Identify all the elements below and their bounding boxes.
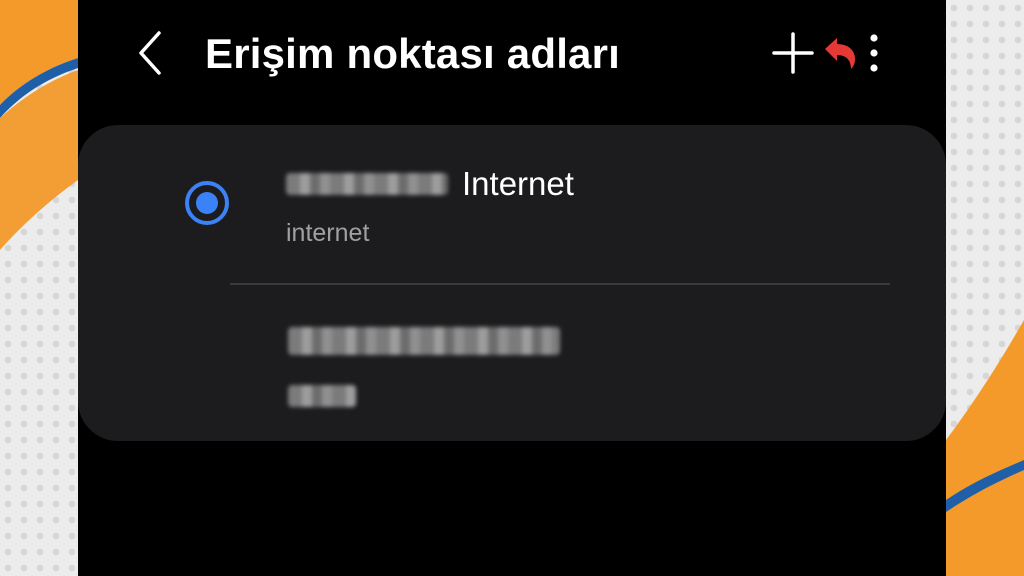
radio-dot: [196, 192, 218, 214]
backdrop-left: [0, 0, 78, 576]
apn-list-item[interactable]: [78, 285, 946, 441]
blurred-apn-subtitle: [288, 385, 356, 407]
orange-swoosh-left: [0, 0, 78, 250]
chevron-left-icon: [139, 31, 161, 75]
radio-selected[interactable]: [185, 181, 229, 225]
apn-settings-screen: Erişim noktası adları Internet internet: [78, 0, 946, 576]
undo-arrow-icon: [825, 38, 855, 69]
app-bar: Erişim noktası adları: [78, 0, 946, 110]
apn-subtitle: internet: [286, 219, 370, 247]
add-apn-button[interactable]: [768, 28, 818, 78]
plus-icon: [772, 32, 814, 74]
page-title: Erişim noktası adları: [205, 30, 621, 77]
more-vertical-icon: [870, 34, 878, 72]
blurred-apn-name: [288, 327, 560, 355]
apn-name: Internet: [286, 165, 574, 203]
blurred-operator-name: [286, 173, 448, 195]
orange-swoosh-right: [946, 320, 1024, 576]
apn-name-text: Internet: [462, 165, 574, 202]
backdrop-right: [946, 0, 1024, 576]
apn-list-card: Internet internet: [78, 125, 946, 441]
back-button[interactable]: [128, 28, 172, 78]
undo-annotation: [822, 28, 858, 78]
apn-list-item[interactable]: Internet internet: [78, 125, 946, 283]
more-options-button[interactable]: [860, 28, 888, 78]
